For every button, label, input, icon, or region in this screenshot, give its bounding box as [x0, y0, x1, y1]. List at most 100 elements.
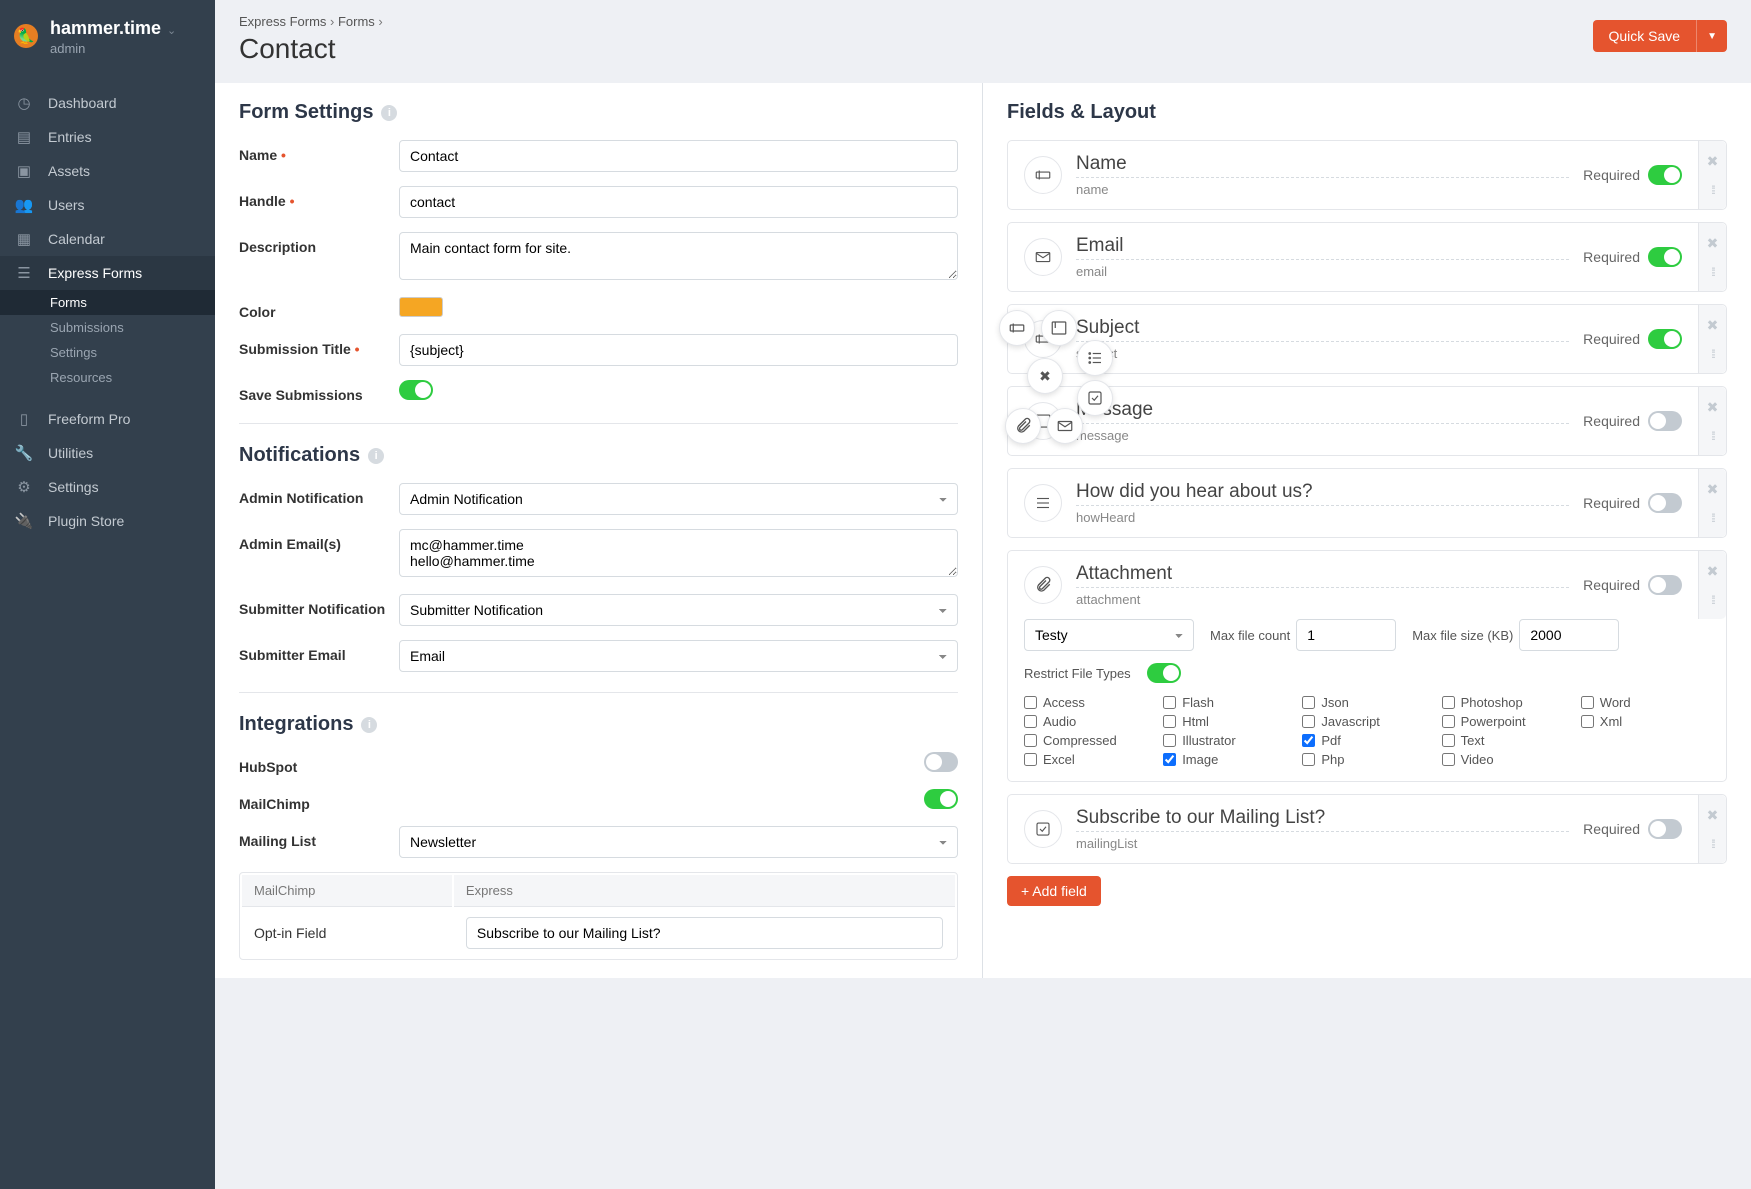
- drag-handle-icon[interactable]: ⁞⁞: [1711, 593, 1714, 607]
- required-label: Required: [1583, 167, 1640, 183]
- file-icon: ▯: [14, 410, 34, 428]
- add-field-button[interactable]: + Add field: [1007, 876, 1101, 906]
- sidebar-item-plugin-store[interactable]: 🔌Plugin Store: [0, 504, 215, 538]
- submitter-email-select[interactable]: Email: [399, 640, 958, 672]
- filetype-option[interactable]: Xml: [1581, 714, 1710, 729]
- handle-input[interactable]: [399, 186, 958, 218]
- sidebar-sub-settings[interactable]: Settings: [0, 340, 215, 365]
- required-label: Required: [1583, 331, 1640, 347]
- fieldtype-options-icon[interactable]: [1077, 340, 1113, 376]
- field-name[interactable]: Email: [1076, 235, 1569, 260]
- required-toggle[interactable]: [1648, 819, 1682, 839]
- field-type-icon: [1024, 238, 1062, 276]
- mapping-select[interactable]: Subscribe to our Mailing List?: [466, 917, 943, 949]
- hubspot-toggle[interactable]: [924, 752, 958, 772]
- sidebar-item-freeform[interactable]: ▯Freeform Pro: [0, 402, 215, 436]
- sidebar-sub-submissions[interactable]: Submissions: [0, 315, 215, 340]
- fieldtype-checkbox-icon[interactable]: [1077, 380, 1113, 416]
- filetype-option[interactable]: Powerpoint: [1442, 714, 1571, 729]
- restrict-types-toggle[interactable]: [1147, 663, 1181, 683]
- fieldtype-remove-icon[interactable]: ✖: [1027, 358, 1063, 394]
- required-toggle[interactable]: [1648, 411, 1682, 431]
- filetype-option[interactable]: Illustrator: [1163, 733, 1292, 748]
- drag-handle-icon[interactable]: ⁞⁞: [1711, 347, 1714, 361]
- delete-field-icon[interactable]: ✖: [1707, 563, 1719, 580]
- label-color: Color: [239, 297, 399, 320]
- filetype-option[interactable]: Audio: [1024, 714, 1153, 729]
- info-icon[interactable]: i: [381, 105, 397, 121]
- max-size-input[interactable]: [1519, 619, 1619, 651]
- filetype-option[interactable]: Text: [1442, 733, 1571, 748]
- save-submissions-toggle[interactable]: [399, 380, 433, 400]
- filetype-option[interactable]: Php: [1302, 752, 1431, 767]
- delete-field-icon[interactable]: ✖: [1707, 807, 1719, 824]
- filetype-option[interactable]: Access: [1024, 695, 1153, 710]
- fieldtype-file-icon[interactable]: [1005, 408, 1041, 444]
- sidebar-item-dashboard[interactable]: ◷Dashboard: [0, 86, 215, 120]
- admin-emails-textarea[interactable]: mc@hammer.time hello@hammer.time: [399, 529, 958, 577]
- filetype-option[interactable]: Image: [1163, 752, 1292, 767]
- delete-field-icon[interactable]: ✖: [1707, 317, 1719, 334]
- drag-handle-icon[interactable]: ⁞⁞: [1711, 511, 1714, 525]
- site-switcher[interactable]: hammer.time ⌄: [50, 18, 205, 39]
- name-input[interactable]: [399, 140, 958, 172]
- sidebar-item-settings[interactable]: ⚙Settings: [0, 470, 215, 504]
- drag-handle-icon[interactable]: ⁞⁞: [1711, 265, 1714, 279]
- sidebar-item-entries[interactable]: ▤Entries: [0, 120, 215, 154]
- required-toggle[interactable]: [1648, 247, 1682, 267]
- filetype-option[interactable]: Javascript: [1302, 714, 1431, 729]
- sidebar-sub-forms[interactable]: Forms: [0, 290, 215, 315]
- crumb-express-forms[interactable]: Express Forms: [239, 14, 326, 29]
- save-dropdown-button[interactable]: ▼: [1696, 20, 1727, 52]
- filetype-option[interactable]: Flash: [1163, 695, 1292, 710]
- max-count-input[interactable]: [1296, 619, 1396, 651]
- filetype-option[interactable]: Photoshop: [1442, 695, 1571, 710]
- required-toggle[interactable]: [1648, 575, 1682, 595]
- color-swatch[interactable]: [399, 297, 443, 317]
- field-name[interactable]: How did you hear about us?: [1076, 481, 1569, 506]
- mailing-list-select[interactable]: Newsletter: [399, 826, 958, 858]
- required-toggle[interactable]: [1648, 165, 1682, 185]
- sidebar-item-express-forms[interactable]: ☰Express Forms: [0, 256, 215, 290]
- field-name[interactable]: Attachment: [1076, 563, 1569, 588]
- filetype-option[interactable]: Compressed: [1024, 733, 1153, 748]
- sidebar-item-calendar[interactable]: ▦Calendar: [0, 222, 215, 256]
- attachment-source-select[interactable]: Testy: [1024, 619, 1194, 651]
- filetype-option[interactable]: Pdf: [1302, 733, 1431, 748]
- info-icon[interactable]: i: [368, 448, 384, 464]
- filetype-option[interactable]: Html: [1163, 714, 1292, 729]
- filetype-option[interactable]: Json: [1302, 695, 1431, 710]
- sidebar-item-users[interactable]: 👥Users: [0, 188, 215, 222]
- field-name[interactable]: Subject: [1076, 317, 1569, 342]
- sidebar-item-assets[interactable]: ▣Assets: [0, 154, 215, 188]
- field-name[interactable]: Message: [1076, 399, 1569, 424]
- drag-handle-icon[interactable]: ⁞⁞: [1711, 837, 1714, 851]
- fieldtype-text-icon[interactable]: [999, 310, 1035, 346]
- drag-handle-icon[interactable]: ⁞⁞: [1711, 183, 1714, 197]
- submission-title-input[interactable]: [399, 334, 958, 366]
- crumb-forms[interactable]: Forms: [338, 14, 375, 29]
- required-toggle[interactable]: [1648, 493, 1682, 513]
- filetype-option[interactable]: Video: [1442, 752, 1571, 767]
- quick-save-button[interactable]: Quick Save: [1593, 20, 1697, 52]
- submitter-notification-select[interactable]: Submitter Notification: [399, 594, 958, 626]
- mailchimp-toggle[interactable]: [924, 789, 958, 809]
- fieldtype-textarea-icon[interactable]: [1041, 310, 1077, 346]
- sidebar-sub-resources[interactable]: Resources: [0, 365, 215, 390]
- drag-handle-icon[interactable]: ⁞⁞: [1711, 429, 1714, 443]
- field-name[interactable]: Subscribe to our Mailing List?: [1076, 807, 1569, 832]
- field-handle: howHeard: [1076, 510, 1569, 525]
- required-toggle[interactable]: [1648, 329, 1682, 349]
- delete-field-icon[interactable]: ✖: [1707, 399, 1719, 416]
- delete-field-icon[interactable]: ✖: [1707, 153, 1719, 170]
- filetype-option[interactable]: Word: [1581, 695, 1710, 710]
- filetype-option[interactable]: Excel: [1024, 752, 1153, 767]
- delete-field-icon[interactable]: ✖: [1707, 235, 1719, 252]
- field-name[interactable]: Name: [1076, 153, 1569, 178]
- admin-notification-select[interactable]: Admin Notification: [399, 483, 958, 515]
- description-textarea[interactable]: Main contact form for site.: [399, 232, 958, 280]
- sidebar-item-utilities[interactable]: 🔧Utilities: [0, 436, 215, 470]
- delete-field-icon[interactable]: ✖: [1707, 481, 1719, 498]
- info-icon[interactable]: i: [361, 717, 377, 733]
- fieldtype-email-icon[interactable]: [1047, 408, 1083, 444]
